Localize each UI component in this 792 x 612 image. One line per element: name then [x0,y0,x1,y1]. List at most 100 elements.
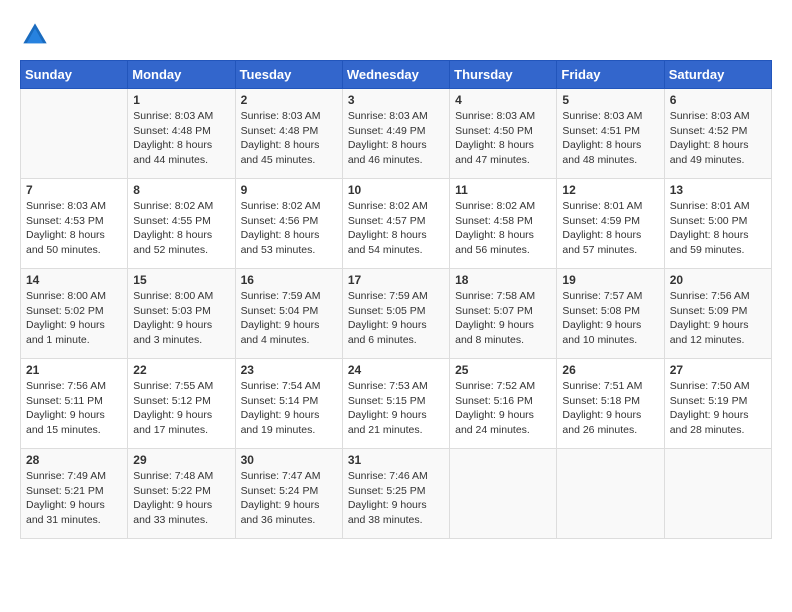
cell-info: Sunrise: 7:57 AM Sunset: 5:08 PM Dayligh… [562,289,658,348]
cell-info: Sunrise: 8:00 AM Sunset: 5:02 PM Dayligh… [26,289,122,348]
week-row-2: 7 Sunrise: 8:03 AM Sunset: 4:53 PM Daylig… [21,179,772,269]
cell-info: Sunrise: 7:55 AM Sunset: 5:12 PM Dayligh… [133,379,229,438]
cell-info: Sunrise: 8:03 AM Sunset: 4:48 PM Dayligh… [133,109,229,168]
cell-info: Sunrise: 8:03 AM Sunset: 4:48 PM Dayligh… [241,109,337,168]
week-row-1: 1 Sunrise: 8:03 AM Sunset: 4:48 PM Daylig… [21,89,772,179]
day-number: 17 [348,273,444,287]
cell-info: Sunrise: 8:00 AM Sunset: 5:03 PM Dayligh… [133,289,229,348]
cell-info: Sunrise: 7:48 AM Sunset: 5:22 PM Dayligh… [133,469,229,528]
day-number: 15 [133,273,229,287]
cell-info: Sunrise: 7:59 AM Sunset: 5:04 PM Dayligh… [241,289,337,348]
calendar-cell [21,89,128,179]
day-number: 16 [241,273,337,287]
cell-info: Sunrise: 7:49 AM Sunset: 5:21 PM Dayligh… [26,469,122,528]
day-number: 2 [241,93,337,107]
day-number: 20 [670,273,766,287]
calendar-cell: 18 Sunrise: 7:58 AM Sunset: 5:07 PM Dayli… [450,269,557,359]
day-number: 30 [241,453,337,467]
cell-info: Sunrise: 8:01 AM Sunset: 4:59 PM Dayligh… [562,199,658,258]
week-row-4: 21Sunrise: 7:56 AM Sunset: 5:11 PM Dayli… [21,359,772,449]
calendar-cell: 11 Sunrise: 8:02 AM Sunset: 4:58 PM Dayli… [450,179,557,269]
calendar-cell: 31 Sunrise: 7:46 AM Sunset: 5:25 PM Dayli… [342,449,449,539]
day-number: 4 [455,93,551,107]
calendar-cell: 13 Sunrise: 8:01 AM Sunset: 5:00 PM Dayli… [664,179,771,269]
day-number: 6 [670,93,766,107]
cell-info: Sunrise: 7:52 AM Sunset: 5:16 PM Dayligh… [455,379,551,438]
cell-info: Sunrise: 7:51 AM Sunset: 5:18 PM Dayligh… [562,379,658,438]
day-number: 31 [348,453,444,467]
day-number: 29 [133,453,229,467]
page-header [20,20,772,50]
header-cell-friday: Friday [557,61,664,89]
day-number: 1 [133,93,229,107]
week-row-5: 28 Sunrise: 7:49 AM Sunset: 5:21 PM Dayli… [21,449,772,539]
header-cell-thursday: Thursday [450,61,557,89]
cell-info: Sunrise: 8:03 AM Sunset: 4:49 PM Dayligh… [348,109,444,168]
day-number: 26 [562,363,658,377]
logo [20,20,54,50]
calendar-cell: 27 Sunrise: 7:50 AM Sunset: 5:19 PM Dayli… [664,359,771,449]
calendar-cell: 29 Sunrise: 7:48 AM Sunset: 5:22 PM Dayli… [128,449,235,539]
day-number: 9 [241,183,337,197]
calendar-cell [664,449,771,539]
calendar-cell: 22 Sunrise: 7:55 AM Sunset: 5:12 PM Dayli… [128,359,235,449]
header-cell-monday: Monday [128,61,235,89]
calendar-cell: 10 Sunrise: 8:02 AM Sunset: 4:57 PM Dayli… [342,179,449,269]
calendar-cell: 9 Sunrise: 8:02 AM Sunset: 4:56 PM Daylig… [235,179,342,269]
calendar-cell: 16 Sunrise: 7:59 AM Sunset: 5:04 PM Dayli… [235,269,342,359]
day-number: 3 [348,93,444,107]
cell-info: Sunrise: 8:01 AM Sunset: 5:00 PM Dayligh… [670,199,766,258]
cell-info: Sunrise: 8:02 AM Sunset: 4:55 PM Dayligh… [133,199,229,258]
calendar-cell: 7 Sunrise: 8:03 AM Sunset: 4:53 PM Daylig… [21,179,128,269]
cell-info: Sunrise: 8:02 AM Sunset: 4:56 PM Dayligh… [241,199,337,258]
cell-info: Sunrise: 7:50 AM Sunset: 5:19 PM Dayligh… [670,379,766,438]
cell-info: Sunrise: 7:46 AM Sunset: 5:25 PM Dayligh… [348,469,444,528]
header-cell-wednesday: Wednesday [342,61,449,89]
calendar-cell [450,449,557,539]
header-cell-saturday: Saturday [664,61,771,89]
calendar-cell: 21Sunrise: 7:56 AM Sunset: 5:11 PM Dayli… [21,359,128,449]
cell-info: Sunrise: 7:58 AM Sunset: 5:07 PM Dayligh… [455,289,551,348]
cell-info: Sunrise: 7:56 AM Sunset: 5:11 PM Dayligh… [26,379,122,438]
logo-icon [20,20,50,50]
day-number: 8 [133,183,229,197]
header-row: SundayMondayTuesdayWednesdayThursdayFrid… [21,61,772,89]
day-number: 19 [562,273,658,287]
day-number: 18 [455,273,551,287]
calendar-cell [557,449,664,539]
calendar-body: 1 Sunrise: 8:03 AM Sunset: 4:48 PM Daylig… [21,89,772,539]
cell-info: Sunrise: 8:03 AM Sunset: 4:53 PM Dayligh… [26,199,122,258]
cell-info: Sunrise: 8:03 AM Sunset: 4:51 PM Dayligh… [562,109,658,168]
day-number: 27 [670,363,766,377]
cell-info: Sunrise: 7:59 AM Sunset: 5:05 PM Dayligh… [348,289,444,348]
calendar-cell: 17 Sunrise: 7:59 AM Sunset: 5:05 PM Dayli… [342,269,449,359]
day-number: 22 [133,363,229,377]
calendar-cell: 2 Sunrise: 8:03 AM Sunset: 4:48 PM Daylig… [235,89,342,179]
calendar-cell: 26 Sunrise: 7:51 AM Sunset: 5:18 PM Dayli… [557,359,664,449]
day-number: 13 [670,183,766,197]
cell-info: Sunrise: 7:47 AM Sunset: 5:24 PM Dayligh… [241,469,337,528]
day-number: 10 [348,183,444,197]
day-number: 12 [562,183,658,197]
day-number: 11 [455,183,551,197]
calendar-cell: 15 Sunrise: 8:00 AM Sunset: 5:03 PM Dayli… [128,269,235,359]
day-number: 7 [26,183,122,197]
calendar-cell: 6 Sunrise: 8:03 AM Sunset: 4:52 PM Daylig… [664,89,771,179]
day-number: 24 [348,363,444,377]
calendar-cell: 30 Sunrise: 7:47 AM Sunset: 5:24 PM Dayli… [235,449,342,539]
calendar-cell: 3 Sunrise: 8:03 AM Sunset: 4:49 PM Daylig… [342,89,449,179]
calendar-header: SundayMondayTuesdayWednesdayThursdayFrid… [21,61,772,89]
calendar-cell: 12 Sunrise: 8:01 AM Sunset: 4:59 PM Dayli… [557,179,664,269]
calendar-table: SundayMondayTuesdayWednesdayThursdayFrid… [20,60,772,539]
calendar-cell: 20Sunrise: 7:56 AM Sunset: 5:09 PM Dayli… [664,269,771,359]
calendar-cell: 28 Sunrise: 7:49 AM Sunset: 5:21 PM Dayli… [21,449,128,539]
cell-info: Sunrise: 8:02 AM Sunset: 4:57 PM Dayligh… [348,199,444,258]
week-row-3: 14Sunrise: 8:00 AM Sunset: 5:02 PM Dayli… [21,269,772,359]
calendar-cell: 5Sunrise: 8:03 AM Sunset: 4:51 PM Daylig… [557,89,664,179]
calendar-cell: 1 Sunrise: 8:03 AM Sunset: 4:48 PM Daylig… [128,89,235,179]
cell-info: Sunrise: 8:03 AM Sunset: 4:52 PM Dayligh… [670,109,766,168]
cell-info: Sunrise: 8:02 AM Sunset: 4:58 PM Dayligh… [455,199,551,258]
day-number: 23 [241,363,337,377]
day-number: 28 [26,453,122,467]
header-cell-sunday: Sunday [21,61,128,89]
